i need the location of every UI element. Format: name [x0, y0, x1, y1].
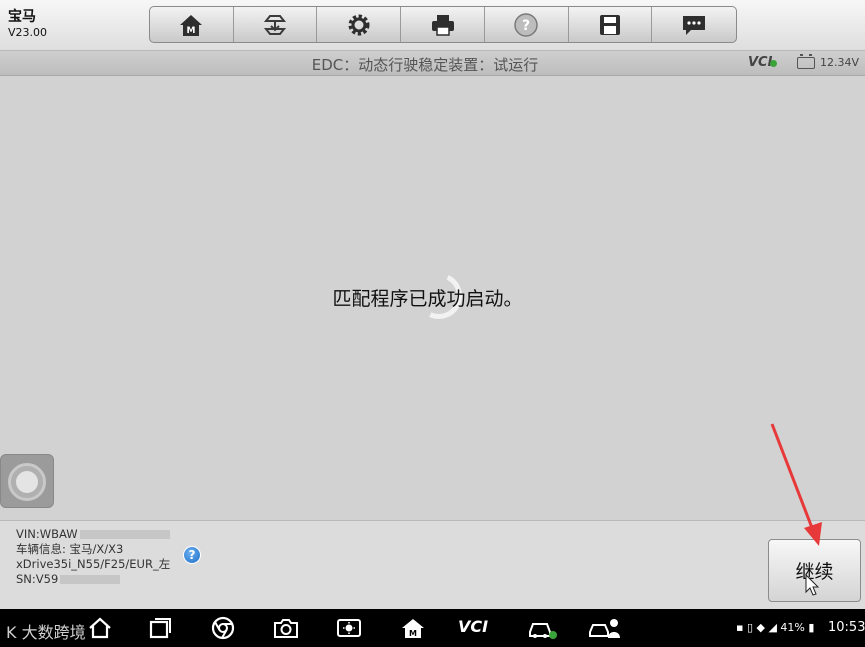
vehicle-info-bar: VIN:WBAW 车辆信息: 宝马/X/X3 xDrive35i_N55/F25…	[0, 520, 865, 609]
battery-percent: 41%	[780, 621, 805, 634]
vehicle-battery-icon	[797, 54, 815, 69]
vehicle-swap-icon	[263, 14, 287, 35]
print-button[interactable]	[401, 7, 485, 42]
vehicle-info: VIN:WBAW 车辆信息: 宝马/X/X3 xDrive35i_N55/F25…	[16, 527, 170, 587]
help-button[interactable]: ?	[485, 7, 569, 42]
status-message: 匹配程序已成功启动。	[332, 288, 523, 310]
main-toolbar: M ?	[149, 6, 737, 43]
assistive-touch-button[interactable]	[0, 454, 54, 508]
nav-chrome-button[interactable]	[210, 616, 236, 640]
nav-maxisys-button[interactable]: M	[400, 616, 426, 640]
help-icon: ?	[514, 12, 538, 37]
android-nav-bar: K 大数跨境 M VCI ▪ ▯ ◆ ◢ 41% ▮ 10:53	[0, 609, 865, 647]
home-icon: M	[180, 14, 203, 36]
clock: 10:53	[828, 620, 865, 635]
remote-support-icon	[589, 619, 620, 638]
home-button[interactable]: M	[150, 7, 234, 42]
maxisys-home-icon: M	[402, 619, 424, 638]
watermark: K 大数跨境	[6, 623, 86, 642]
vehicle-status-icon	[529, 623, 557, 639]
recent-apps-icon	[149, 618, 171, 639]
vin-text: VIN:WBAW	[16, 527, 78, 541]
page-title: EDC：动态行驶稳定装置：试运行	[311, 56, 539, 74]
home-icon	[89, 617, 111, 639]
nav-vci-label: VCI	[458, 617, 489, 636]
nav-home-button[interactable]	[87, 616, 113, 640]
nav-vehicle-button[interactable]	[527, 616, 559, 640]
nav-remote-support-button[interactable]	[588, 616, 622, 640]
save-button[interactable]	[569, 7, 653, 42]
nav-camera-button[interactable]	[273, 616, 299, 640]
message-icon	[683, 15, 706, 35]
battery-voltage: 12.34V	[820, 56, 860, 69]
vci-label: VCI	[748, 55, 773, 70]
nav-recents-button[interactable]	[147, 616, 173, 640]
message-button[interactable]	[652, 7, 736, 42]
vci-status: VCI	[748, 55, 778, 70]
main-content: 匹配程序已成功启动。	[0, 77, 865, 520]
status-indicators: ▪ ▯ ◆ ◢ 41% ▮	[736, 621, 815, 634]
svg-text:?: ?	[522, 18, 530, 34]
top-bar: 宝马 V23.00 M ?	[0, 0, 865, 51]
brand-block: 宝马 V23.00	[8, 8, 47, 40]
vci-connected-icon	[770, 60, 778, 67]
settings-button[interactable]	[317, 7, 402, 42]
nav-vci-button[interactable]: VCI	[458, 617, 498, 641]
sn-redaction	[60, 575, 121, 584]
continue-button[interactable]: 继续	[768, 539, 861, 602]
vehicle-model-text: xDrive35i_N55/F25/EUR_左	[16, 557, 171, 571]
settings-gear-icon	[348, 14, 370, 35]
svg-text:M: M	[409, 629, 417, 638]
chrome-browser-icon	[211, 616, 235, 640]
print-icon	[431, 14, 454, 36]
vehicle-info-text: 车辆信息: 宝马/X/X3	[16, 542, 124, 556]
brand-name: 宝马	[8, 9, 36, 25]
vehicle-info-help-icon[interactable]: ?	[183, 546, 201, 564]
assistive-touch-icon	[8, 463, 46, 501]
serial-number-text: SN:V59	[16, 572, 59, 586]
brightness-display-icon	[337, 619, 361, 637]
svg-text:M: M	[187, 26, 196, 36]
camera-icon	[274, 619, 298, 638]
app-version: V23.00	[8, 26, 48, 39]
title-bar: EDC：动态行驶稳定装置：试运行 VCI 12.34V	[0, 51, 865, 76]
nav-display-button[interactable]	[336, 616, 362, 640]
vehicle-swap-button[interactable]	[234, 7, 318, 42]
vin-redaction	[79, 530, 170, 539]
save-icon	[599, 14, 620, 35]
